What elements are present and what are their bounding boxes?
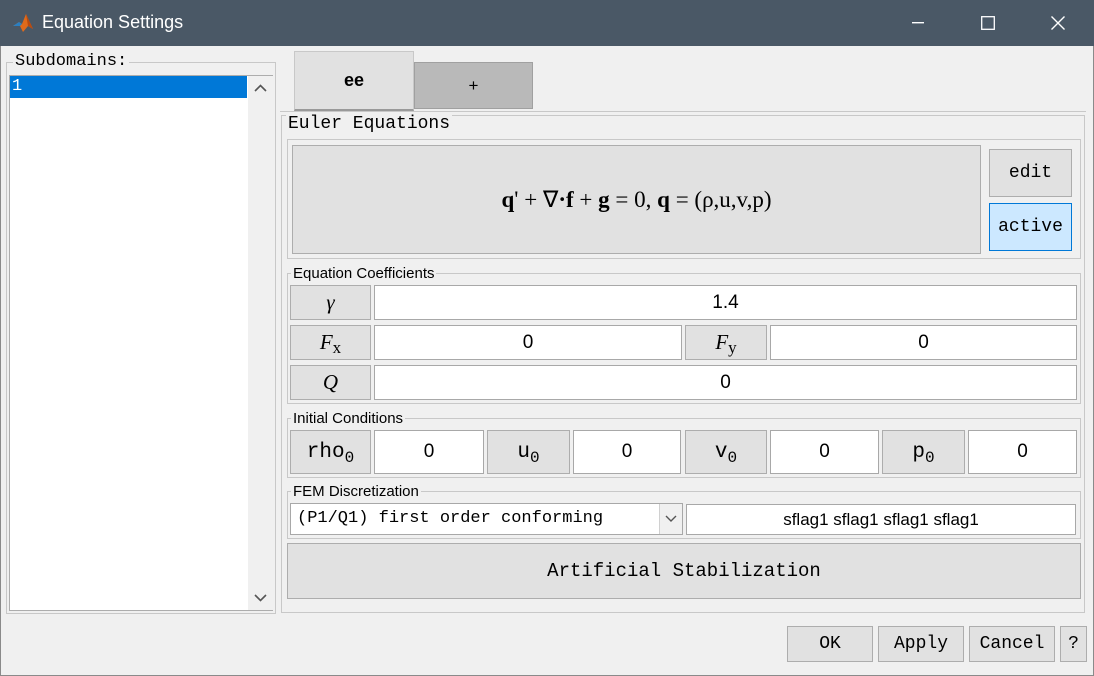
minimize-icon <box>912 22 924 24</box>
apply-button[interactable]: Apply <box>878 626 964 662</box>
initial-conditions-title: Initial Conditions <box>291 410 406 427</box>
tab-add[interactable]: + <box>414 62 533 109</box>
fy-field[interactable]: 0 <box>770 325 1077 360</box>
list-scrollbar[interactable] <box>248 76 273 610</box>
coefficients-title: Equation Coefficients <box>291 265 437 282</box>
matlab-icon <box>13 14 33 32</box>
fem-title: FEM Discretization <box>291 483 421 500</box>
gamma-field[interactable]: 1.4 <box>374 285 1077 320</box>
fem-dropdown-value: (P1/Q1) first order conforming <box>297 509 604 528</box>
close-icon <box>1051 16 1065 30</box>
fx-field[interactable]: 0 <box>374 325 682 360</box>
subdomain-listbox[interactable]: 1 <box>9 75 273 611</box>
dropdown-arrow[interactable] <box>659 504 682 534</box>
title-bar[interactable]: Equation Settings <box>0 0 1094 46</box>
chevron-up-icon[interactable] <box>254 84 267 92</box>
tab-ee[interactable]: ee <box>294 51 414 111</box>
u0-field[interactable]: 0 <box>573 430 681 474</box>
maximize-button[interactable] <box>953 0 1023 46</box>
fy-label: Fy <box>685 325 767 360</box>
equation-display: q ' + ∇ · f + g = 0, q = (ρ,u,v,p) <box>292 145 981 254</box>
window-title: Equation Settings <box>42 12 184 32</box>
v0-field[interactable]: 0 <box>770 430 879 474</box>
ok-button[interactable]: OK <box>787 626 873 662</box>
close-button[interactable] <box>1023 0 1093 46</box>
gamma-label: γ <box>290 285 371 320</box>
edit-button[interactable]: edit <box>989 149 1072 197</box>
rho0-label: rho 0 <box>290 430 371 474</box>
q-field[interactable]: 0 <box>374 365 1077 400</box>
euler-equations-title: Euler Equations <box>286 114 453 134</box>
p0-field[interactable]: 0 <box>968 430 1077 474</box>
rho0-field[interactable]: 0 <box>374 430 484 474</box>
maximize-icon <box>981 16 995 30</box>
fem-dropdown[interactable]: (P1/Q1) first order conforming <box>290 503 683 535</box>
minimize-button[interactable] <box>883 0 953 46</box>
chevron-down-icon <box>665 515 677 522</box>
u0-label: u0 <box>487 430 570 474</box>
tab-divider <box>280 111 1086 112</box>
subdomains-label: Subdomains: <box>13 52 130 71</box>
list-item[interactable]: 1 <box>10 76 247 98</box>
cancel-button[interactable]: Cancel <box>969 626 1055 662</box>
q-label: Q <box>290 365 371 400</box>
fx-label: Fx <box>290 325 371 360</box>
chevron-down-icon[interactable] <box>254 594 267 602</box>
v0-label: v0 <box>685 430 767 474</box>
p0-label: p0 <box>882 430 965 474</box>
artificial-stabilization-button[interactable]: Artificial Stabilization <box>287 543 1081 599</box>
active-button[interactable]: active <box>989 203 1072 251</box>
help-button[interactable]: ? <box>1060 626 1087 662</box>
sflags-field[interactable]: sflag1 sflag1 sflag1 sflag1 <box>686 504 1076 535</box>
